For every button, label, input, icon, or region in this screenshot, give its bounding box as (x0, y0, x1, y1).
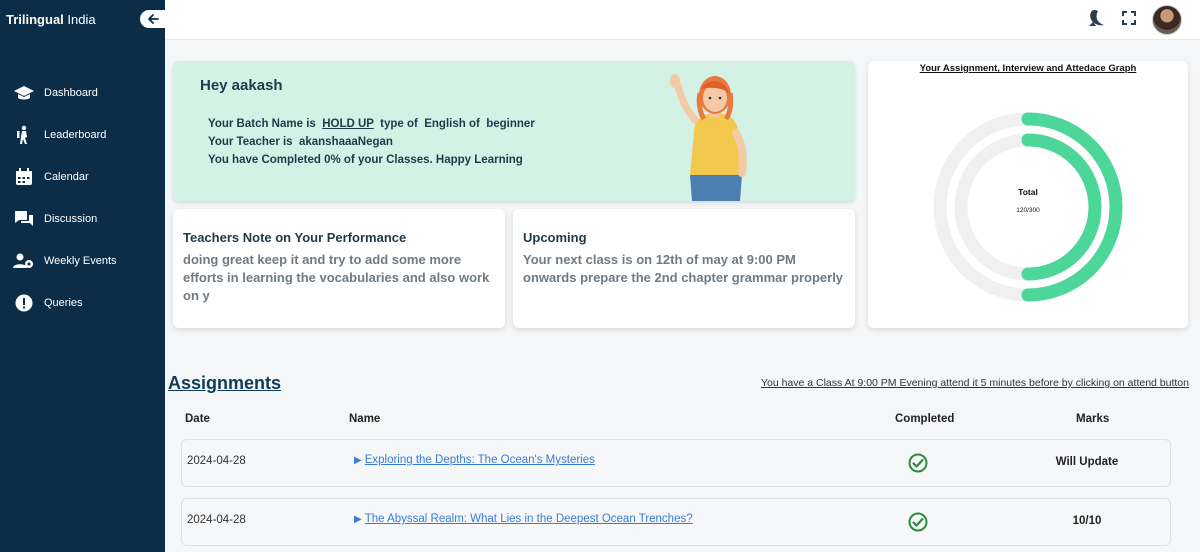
radial-chart: Total 120/300 (933, 112, 1123, 302)
sidebar: Trilingual India Dashboard Leaderboard C… (0, 0, 166, 552)
upcoming-body: Your next class is on 12th of may at 9:0… (523, 252, 844, 285)
column-header-marks: Marks (1076, 413, 1110, 425)
table-row: 2024-04-28 ▶ The Abyssal Realm: What Lies… (181, 498, 1171, 546)
upcoming-title: Upcoming (523, 230, 587, 245)
sidebar-nav: Dashboard Leaderboard Calendar Discussio… (0, 72, 165, 324)
row-date: 2024-04-28 (187, 455, 246, 467)
calendar-icon (13, 167, 35, 187)
teachers-note-body: doing great keep it and try to add some … (183, 252, 490, 303)
chat-bubbles-icon (13, 209, 35, 229)
graduation-cap-icon (13, 83, 35, 103)
teachers-note-card: Teachers Note on Your Performance doing … (173, 209, 505, 328)
sidebar-item-label: Discussion (44, 213, 98, 225)
graph-card: Your Assignment, Interview and Attedace … (868, 61, 1188, 328)
row-date: 2024-04-28 (187, 514, 246, 526)
sidebar-item-label: Calendar (44, 171, 89, 183)
column-header-completed: Completed (895, 413, 955, 425)
table-row: 2024-04-28 ▶ Exploring the Depths: The Oc… (181, 439, 1171, 487)
sidebar-item-weekly-events[interactable]: Weekly Events (0, 240, 165, 282)
top-bar-actions (1086, 5, 1182, 35)
batch-line: Your Batch Name is HOLD UP type of Engli… (208, 115, 535, 133)
teacher-line: Your Teacher is akanshaaaNegan (208, 133, 535, 151)
sidebar-item-label: Dashboard (44, 87, 98, 99)
teacher-prefix: Your Teacher is (208, 136, 293, 148)
sidebar-item-label: Queries (44, 297, 83, 309)
assignment-name: Exploring the Depths: The Ocean's Myster… (364, 454, 595, 466)
batch-name: HOLD UP (322, 118, 374, 130)
column-header-date: Date (185, 413, 210, 425)
welcome-card: Hey aakash Your Batch Name is HOLD UP ty… (173, 61, 855, 201)
fullscreen-icon[interactable] (1122, 10, 1136, 30)
assignment-link[interactable]: ▶ Exploring the Depths: The Ocean's Myste… (354, 454, 595, 466)
upcoming-card: Upcoming Your next class is on 12th of m… (513, 209, 855, 328)
sidebar-item-discussion[interactable]: Discussion (0, 198, 165, 240)
arrow-left-icon (148, 14, 159, 24)
progress-line: You have Completed 0% of your Classes. H… (208, 154, 523, 166)
play-triangle-icon: ▶ (354, 514, 362, 525)
batch-level: beginner (486, 118, 535, 130)
brand-logo[interactable]: Trilingual India (6, 12, 96, 27)
assignment-link[interactable]: ▶ The Abyssal Realm: What Lies in the Dee… (354, 513, 693, 525)
batch-info: Your Batch Name is HOLD UP type of Engli… (208, 115, 535, 169)
brand-suffix: India (67, 12, 96, 27)
row-marks: Will Update (1055, 456, 1119, 468)
batch-mid: type of (380, 118, 418, 130)
chart-center-value: 120/300 (1016, 207, 1040, 214)
waving-girl-illustration (670, 74, 747, 201)
column-header-name: Name (349, 413, 381, 425)
greeting: Hey aakash (200, 77, 283, 94)
avatar[interactable] (1152, 5, 1182, 35)
teachers-note-title: Teachers Note on Your Performance (183, 230, 407, 245)
assignment-name: The Abyssal Realm: What Lies in the Deep… (364, 513, 693, 525)
hiking-person-icon (13, 125, 35, 145)
sidebar-item-label: Leaderboard (44, 129, 107, 141)
play-triangle-icon: ▶ (354, 455, 362, 466)
check-circle-icon (908, 453, 928, 478)
assignments-title: Assignments (168, 373, 282, 393)
batch-prefix: Your Batch Name is (208, 118, 316, 130)
users-gear-icon (13, 251, 35, 271)
sidebar-item-dashboard[interactable]: Dashboard (0, 72, 165, 114)
top-bar (165, 0, 1200, 40)
check-circle-icon (908, 512, 928, 537)
sidebar-item-leaderboard[interactable]: Leaderboard (0, 114, 165, 156)
batch-type: English of (424, 118, 480, 130)
sidebar-item-label: Weekly Events (44, 255, 117, 267)
collapse-sidebar-button[interactable] (140, 10, 166, 28)
theme-toggle-icon[interactable] (1086, 9, 1106, 32)
sidebar-item-calendar[interactable]: Calendar (0, 156, 165, 198)
brand-name: Trilingual (6, 12, 64, 27)
sidebar-item-queries[interactable]: Queries (0, 282, 165, 324)
exclamation-circle-icon (13, 293, 35, 313)
class-notice-link[interactable]: You have a Class At 9:00 PM Evening atte… (761, 377, 1189, 389)
teacher-name: akanshaaaNegan (298, 136, 393, 148)
row-marks: 10/10 (1072, 515, 1102, 527)
chart-center-label: Total (1018, 187, 1038, 197)
